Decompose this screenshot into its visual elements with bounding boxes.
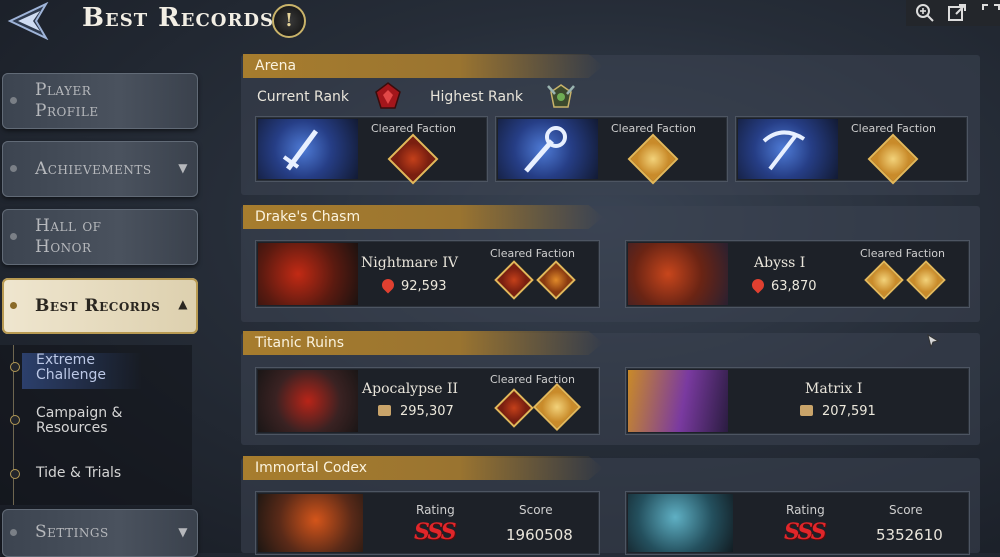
info-button[interactable]: ! bbox=[272, 4, 306, 38]
rating-badge: SSS bbox=[784, 519, 827, 545]
back-arrow-icon bbox=[7, 1, 49, 41]
submenu-bullet-icon bbox=[10, 469, 20, 479]
submenu-item-label: Challenge bbox=[36, 367, 106, 383]
faction-emblem-icon bbox=[867, 133, 919, 185]
record-value: 63,870 bbox=[771, 279, 817, 294]
immortal-codex-record-card[interactable]: Rating SSS Score 5352610 bbox=[625, 491, 970, 555]
cleared-faction-label: Cleared Faction bbox=[490, 373, 575, 386]
bullet-icon bbox=[10, 233, 17, 240]
dragon-portrait-image bbox=[628, 243, 728, 305]
submenu-item-campaign-resources[interactable]: Campaign & Resources bbox=[36, 406, 122, 436]
back-button[interactable] bbox=[6, 1, 52, 41]
faction-emblem-icon bbox=[532, 382, 582, 432]
rating-label: Rating bbox=[416, 503, 455, 517]
faction-emblem-icon bbox=[494, 388, 534, 428]
sidebar-item-settings[interactable]: Settings ▼ bbox=[2, 509, 198, 557]
fire-icon bbox=[749, 276, 767, 294]
sidebar-item-label: Best Records bbox=[35, 296, 161, 316]
sidebar-item-label: Settings bbox=[35, 522, 109, 542]
sidebar-item-label: Honor bbox=[35, 237, 92, 257]
bullet-icon bbox=[10, 529, 17, 536]
submenu-item-extreme-challenge[interactable]: Extreme Challenge bbox=[36, 353, 106, 383]
submenu-item-label: Tide & Trials bbox=[36, 465, 122, 481]
drakes-chasm-section-title: Drake's Chasm bbox=[243, 205, 603, 229]
open-external-icon[interactable] bbox=[946, 2, 968, 24]
current-rank-badge-icon[interactable] bbox=[374, 82, 402, 114]
page-title: Best Records bbox=[82, 3, 275, 33]
titanic-ruins-record-card[interactable]: Apocalypse II 295,307 Cleared Faction bbox=[255, 367, 600, 435]
faction-emblem-icon bbox=[536, 260, 576, 300]
submenu-item-label: Campaign & bbox=[36, 405, 123, 421]
sidebar-item-label: Player bbox=[35, 80, 92, 100]
titanic-ruins-record-card[interactable]: Matrix I 207,591 bbox=[625, 367, 970, 435]
exclamation-icon: ! bbox=[285, 10, 293, 31]
submenu-bullet-icon bbox=[10, 415, 20, 425]
titanic-ruins-section-title: Titanic Ruins bbox=[243, 331, 603, 355]
chest-icon bbox=[378, 405, 391, 416]
highest-rank-label: Highest Rank bbox=[430, 89, 524, 105]
boss-portrait-image bbox=[258, 494, 363, 552]
immortal-codex-section-title: Immortal Codex bbox=[243, 456, 603, 480]
fire-icon bbox=[379, 276, 397, 294]
bullet-icon bbox=[10, 302, 17, 309]
faction-emblem-icon bbox=[627, 133, 679, 185]
fullscreen-icon[interactable] bbox=[980, 2, 1000, 24]
score-value: 1960508 bbox=[506, 526, 573, 544]
sidebar-item-label: Hall of bbox=[35, 216, 102, 236]
sidebar-item-player-profile[interactable]: Player Profile bbox=[2, 73, 198, 129]
submenu-bullet-icon bbox=[10, 362, 20, 372]
arena-section-title: Arena bbox=[243, 54, 603, 78]
sidebar-item-hall-of-honor[interactable]: Hall of Honor bbox=[2, 209, 198, 265]
faction-emblem-icon bbox=[864, 260, 904, 300]
dragon-portrait-image bbox=[258, 243, 358, 305]
score-label: Score bbox=[519, 503, 553, 517]
score-value: 5352610 bbox=[876, 526, 943, 544]
current-rank-label: Current Rank bbox=[257, 89, 350, 105]
score-label: Score bbox=[889, 503, 923, 517]
arena-record-card[interactable]: Cleared Faction bbox=[495, 116, 728, 185]
crossbow-icon bbox=[738, 119, 838, 179]
sword-icon bbox=[258, 119, 358, 179]
arena-record-card[interactable]: Cleared Faction bbox=[735, 116, 968, 185]
zoom-in-icon[interactable] bbox=[914, 2, 936, 24]
submenu-item-label: Extreme bbox=[36, 352, 95, 368]
boss-portrait-image bbox=[628, 494, 733, 552]
record-name: Apocalypse II bbox=[362, 381, 459, 397]
faction-emblem-icon bbox=[906, 260, 946, 300]
submenu-item-label: Resources bbox=[36, 420, 108, 436]
chest-icon bbox=[800, 405, 813, 416]
chevron-down-icon: ▼ bbox=[178, 525, 188, 539]
record-name: Nightmare IV bbox=[361, 255, 459, 271]
cleared-faction-label: Cleared Faction bbox=[490, 247, 575, 260]
viewer-toolbar bbox=[906, 0, 1000, 26]
bullet-icon bbox=[10, 165, 17, 172]
sidebar-item-label: Profile bbox=[35, 101, 99, 121]
chevron-down-icon: ▼ bbox=[178, 161, 188, 175]
submenu-item-tide-trials[interactable]: Tide & Trials bbox=[36, 466, 121, 481]
record-name: Abyss I bbox=[754, 255, 806, 271]
mace-icon bbox=[498, 119, 598, 179]
arena-record-card[interactable]: Cleared Faction bbox=[255, 116, 488, 185]
faction-emblem-icon bbox=[387, 133, 439, 185]
record-value: 207,591 bbox=[822, 404, 876, 419]
rating-badge: SSS bbox=[414, 519, 457, 545]
record-value: 92,593 bbox=[401, 279, 447, 294]
bullet-icon bbox=[10, 97, 17, 104]
sidebar-item-achievements[interactable]: Achievements ▼ bbox=[2, 141, 198, 197]
cleared-faction-label: Cleared Faction bbox=[860, 247, 945, 260]
record-name: Matrix I bbox=[805, 381, 863, 397]
rating-label: Rating bbox=[786, 503, 825, 517]
boss-portrait-image bbox=[258, 370, 358, 432]
record-value: 295,307 bbox=[400, 404, 454, 419]
sidebar-item-label: Achievements bbox=[35, 159, 152, 179]
faction-emblem-icon bbox=[494, 260, 534, 300]
boss-portrait-image bbox=[628, 370, 728, 432]
mouse-cursor-icon bbox=[927, 333, 940, 352]
drakes-chasm-record-card[interactable]: Nightmare IV 92,593 Cleared Faction bbox=[255, 240, 600, 308]
sidebar-item-best-records[interactable]: Best Records ▲ bbox=[2, 278, 198, 334]
highest-rank-badge-icon[interactable] bbox=[546, 82, 576, 114]
drakes-chasm-record-card[interactable]: Abyss I 63,870 Cleared Faction bbox=[625, 240, 970, 308]
chevron-up-icon: ▲ bbox=[178, 297, 188, 311]
immortal-codex-record-card[interactable]: Rating SSS Score 1960508 bbox=[255, 491, 600, 555]
